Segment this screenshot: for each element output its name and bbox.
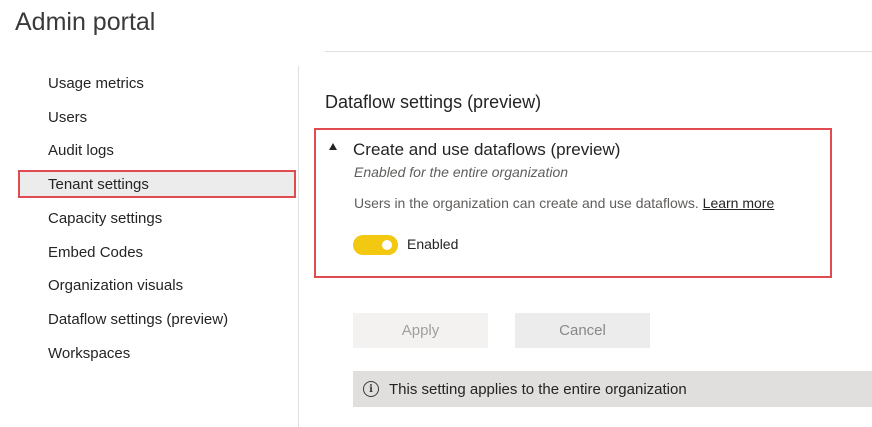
sidebar-item-users[interactable]: Users: [48, 108, 87, 128]
sidebar-item-usage-metrics[interactable]: Usage metrics: [48, 74, 144, 94]
info-icon: i: [363, 381, 379, 397]
sidebar-nav: [0, 66, 298, 427]
cancel-button[interactable]: Cancel: [515, 313, 650, 348]
sidebar-divider: [298, 66, 299, 427]
section-title: Dataflow settings (preview): [325, 92, 542, 112]
info-text: This setting applies to the entire organ…: [389, 380, 687, 398]
info-banner: i This setting applies to the entire org…: [353, 371, 872, 407]
enabled-toggle[interactable]: [353, 235, 398, 255]
setting-name[interactable]: Create and use dataflows (preview): [353, 140, 620, 160]
sidebar-item-embed-codes[interactable]: Embed Codes: [48, 243, 143, 263]
apply-button[interactable]: Apply: [353, 313, 488, 348]
toggle-knob: [382, 240, 392, 250]
collapse-triangle-icon[interactable]: [329, 143, 337, 150]
sidebar-item-workspaces[interactable]: Workspaces: [48, 344, 130, 364]
sidebar-item-audit-logs[interactable]: Audit logs: [48, 141, 114, 161]
sidebar-item-organization-visuals[interactable]: Organization visuals: [48, 276, 183, 296]
setting-description: Users in the organization can create and…: [354, 195, 774, 211]
setting-description-text: Users in the organization can create and…: [354, 195, 699, 211]
sidebar-item-capacity-settings[interactable]: Capacity settings: [48, 209, 162, 229]
sidebar-item-dataflow-settings[interactable]: Dataflow settings (preview): [48, 310, 228, 330]
setting-status: Enabled for the entire organization: [354, 164, 569, 180]
header-divider: [325, 51, 872, 52]
learn-more-link[interactable]: Learn more: [703, 195, 775, 211]
sidebar-item-tenant-settings[interactable]: Tenant settings: [48, 175, 149, 195]
toggle-label: Enabled: [407, 236, 459, 252]
page-title: Admin portal: [15, 8, 156, 36]
